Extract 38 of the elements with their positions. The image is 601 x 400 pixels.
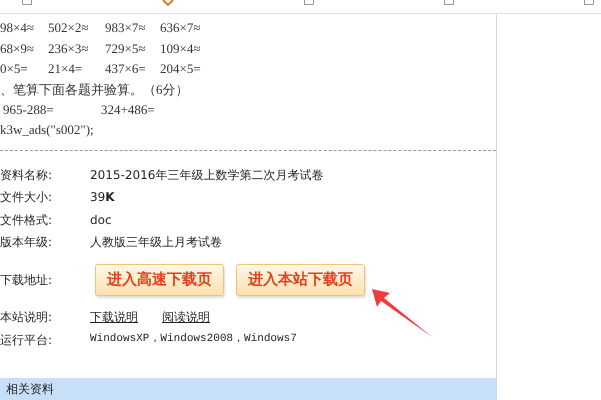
page-icon[interactable]: [304, 0, 314, 5]
math-expression: 21×4=: [48, 60, 82, 78]
page-icon[interactable]: [22, 0, 32, 5]
math-expression: 324+486=: [101, 100, 155, 118]
question-text: 、笔算下面各题并验算。（6分）: [0, 80, 190, 98]
math-expression: 98×4≈: [0, 19, 34, 37]
logo-icon[interactable]: [162, 0, 174, 6]
math-expression: 68×9≈: [0, 40, 34, 58]
download-button[interactable]: 进入本站下载页: [236, 264, 365, 296]
field-label: 资料名称:: [0, 166, 54, 184]
field-label: 文件格式:: [0, 212, 54, 229]
field-label: 本站说明:: [0, 308, 54, 326]
field-value: 39K: [90, 189, 115, 206]
download-button[interactable]: 进入高速下载页: [95, 264, 224, 296]
field-value: 2015-2016年三年级上数学第二次月考试卷: [90, 166, 324, 184]
math-expression: 636×7≈: [160, 19, 200, 37]
link[interactable]: 下载说明: [90, 308, 138, 326]
script-text: k3w_ads("s002");: [0, 120, 95, 138]
field-value: WindowsXP，Windows2008，Windows7: [90, 332, 297, 348]
field-label: 版本年级:: [0, 234, 54, 252]
field-value: doc: [90, 212, 112, 229]
math-expression: 109×4≈: [160, 40, 200, 58]
math-expression: 729×5≈: [105, 40, 146, 58]
link[interactable]: 阅读说明: [162, 308, 210, 326]
math-expression: 983×7≈: [105, 19, 146, 37]
math-expression: 502×2≈: [48, 19, 88, 37]
field-label: 运行平台:: [0, 332, 54, 348]
math-expression: 236×3≈: [48, 40, 88, 58]
field-label: 文件大小:: [0, 189, 54, 206]
math-expression: 965-288=: [3, 100, 54, 118]
field-label: 下载地址:: [0, 272, 54, 288]
math-expression: 0×5=: [0, 60, 28, 78]
section-title: 相关资料: [6, 380, 54, 398]
field-value: 人教版三年级上月考试卷: [90, 234, 222, 252]
math-expression: 204×5=: [160, 60, 201, 78]
page-icon[interactable]: [444, 0, 454, 5]
page-icon[interactable]: [584, 0, 594, 5]
math-expression: 437×6=: [105, 60, 146, 78]
